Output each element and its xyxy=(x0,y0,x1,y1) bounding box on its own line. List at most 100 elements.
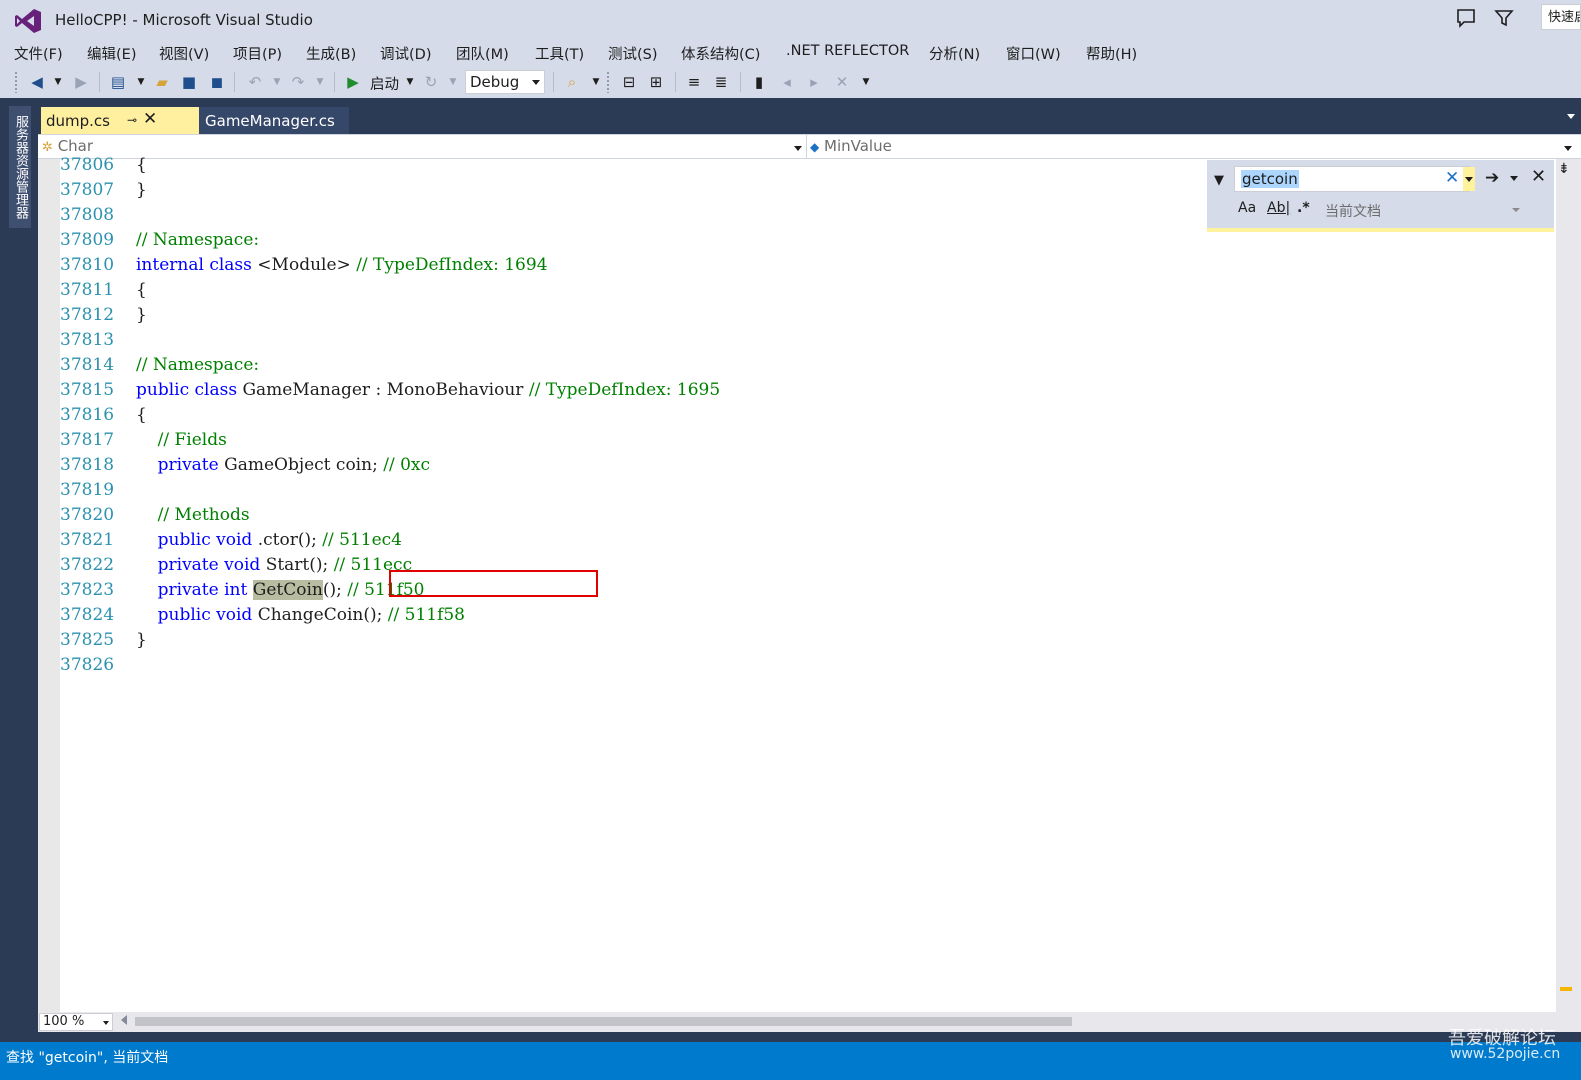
tab-gamemanager-cs[interactable]: GameManager.cs xyxy=(199,107,349,135)
clear-bookmarks-icon[interactable]: ✕ xyxy=(831,71,853,93)
restart-dropdown-icon[interactable]: ▼ xyxy=(442,71,464,93)
menu-net-reflector[interactable]: .NET REFLECTOR xyxy=(786,43,909,59)
code-text: // Methods xyxy=(136,505,250,525)
chevron-down-icon xyxy=(1564,146,1572,151)
line-number: 37824 xyxy=(60,605,115,625)
keyword-token: private xyxy=(157,455,219,475)
previous-bookmark-icon[interactable]: ◂ xyxy=(776,71,798,93)
match-whole-word-toggle[interactable]: Ab| xyxy=(1267,200,1290,216)
start-icon[interactable]: ▶ xyxy=(342,71,364,93)
watermark-url: www.52pojie.cn xyxy=(1450,1046,1561,1062)
search-history-dropdown[interactable] xyxy=(1463,167,1475,191)
status-message: 查找 "getcoin", 当前文档 xyxy=(6,1050,169,1066)
restart-icon[interactable]: ↻ xyxy=(420,71,442,93)
line-number: 37819 xyxy=(60,480,115,500)
bookmark-icon[interactable]: ▮ xyxy=(748,71,770,93)
title-bar: HelloCPP! - Microsoft Visual Studio 快速启动 xyxy=(0,0,1581,40)
keyword-token: class xyxy=(194,380,238,400)
code-editor[interactable]: 37806 { 37807} 37808 37809 // Namespace: 3… xyxy=(38,155,1556,1012)
regex-toggle[interactable]: .* xyxy=(1297,200,1310,216)
toggle-breakpoint-icon[interactable]: ⊟ xyxy=(618,71,640,93)
close-icon[interactable]: ✕ xyxy=(143,109,157,129)
vertical-scrollbar[interactable]: ⇟ xyxy=(1556,159,1581,1012)
open-file-icon[interactable]: ▰ xyxy=(151,71,173,93)
split-window-icon[interactable]: ⇟ xyxy=(1558,161,1570,177)
code-text: private GameObject coin; // 0xc xyxy=(136,453,430,478)
search-match-highlight: GetCoin xyxy=(252,580,323,600)
toolbar-overflow-icon[interactable]: ▼ xyxy=(855,71,877,93)
keyword-token: int xyxy=(224,580,248,600)
menu-window[interactable]: 窗口(W) xyxy=(1006,43,1061,64)
toolbar-overflow-icon[interactable]: ▼ xyxy=(585,71,607,93)
quick-find-panel: ▼ getcoin ✕ ➔ ✕ Aa Ab| .* 当前文档 xyxy=(1207,160,1554,232)
close-icon[interactable]: ✕ xyxy=(1531,166,1546,187)
navigate-back-icon[interactable]: ◀ xyxy=(26,71,48,93)
tab-overflow-icon[interactable] xyxy=(1567,114,1575,119)
toolbar-grip[interactable] xyxy=(606,71,610,93)
new-project-icon[interactable]: ▤ xyxy=(107,71,129,93)
zoom-select[interactable]: 100 % xyxy=(39,1013,113,1031)
new-dropdown-icon[interactable]: ▼ xyxy=(130,71,152,93)
find-search-input[interactable]: getcoin ✕ xyxy=(1234,166,1475,192)
menu-test[interactable]: 测试(S) xyxy=(608,43,658,64)
menu-project[interactable]: 项目(P) xyxy=(233,43,282,64)
undo-icon[interactable]: ↶ xyxy=(244,71,266,93)
menu-debug[interactable]: 调试(D) xyxy=(380,43,431,64)
show-members-icon[interactable]: ⊞ xyxy=(645,71,667,93)
code-line: 37812} xyxy=(38,303,1438,328)
toggle-replace-icon[interactable]: ▼ xyxy=(1214,173,1224,188)
navigate-forward-icon[interactable]: ▶ xyxy=(70,71,92,93)
keyword-token: private xyxy=(157,555,219,575)
redo-icon[interactable]: ↷ xyxy=(287,71,309,93)
save-all-icon[interactable]: ◼ xyxy=(206,71,228,93)
comment-lines-icon[interactable]: ≡ xyxy=(683,71,705,93)
find-in-files-icon[interactable]: ⌕ xyxy=(561,71,583,93)
line-number: 37825 xyxy=(60,630,115,650)
horizontal-scrollbar-thumb[interactable] xyxy=(135,1017,1072,1026)
menu-analyze[interactable]: 分析(N) xyxy=(929,43,980,64)
pin-icon[interactable]: ⊸ xyxy=(127,113,137,127)
code-line: 37815 public class GameManager : MonoBeha… xyxy=(38,378,1438,403)
start-dropdown-icon[interactable]: ▼ xyxy=(399,71,421,93)
code-line: 37819 xyxy=(38,478,1438,503)
code-text: } xyxy=(136,630,147,650)
redo-dropdown-icon[interactable]: ▼ xyxy=(309,71,331,93)
code-line: 37818 private GameObject coin; // 0xc xyxy=(38,453,1438,478)
next-bookmark-icon[interactable]: ▸ xyxy=(803,71,825,93)
code-line: 37816 { xyxy=(38,403,1438,428)
find-next-dropdown-icon[interactable] xyxy=(1510,176,1518,181)
match-case-toggle[interactable]: Aa xyxy=(1238,200,1256,216)
feedback-icon[interactable] xyxy=(1454,6,1478,30)
filter-icon[interactable] xyxy=(1492,6,1516,30)
menu-view[interactable]: 视图(V) xyxy=(159,43,209,64)
code-line: 37826 xyxy=(38,653,1438,678)
save-icon[interactable]: ■ xyxy=(178,71,200,93)
menu-build[interactable]: 生成(B) xyxy=(306,43,356,64)
undo-dropdown-icon[interactable]: ▼ xyxy=(266,71,288,93)
uncomment-lines-icon[interactable]: ≣ xyxy=(710,71,732,93)
zoom-value: 100 % xyxy=(43,1014,85,1029)
scroll-left-icon[interactable] xyxy=(121,1015,127,1025)
menu-help[interactable]: 帮助(H) xyxy=(1086,43,1137,64)
find-next-icon[interactable]: ➔ xyxy=(1485,168,1499,188)
menu-file[interactable]: 文件(F) xyxy=(14,43,63,64)
quick-launch-input[interactable]: 快速启动 xyxy=(1541,4,1581,30)
back-dropdown-icon[interactable]: ▼ xyxy=(47,71,69,93)
line-number: 37814 xyxy=(60,355,115,375)
code-token: ) xyxy=(369,605,377,625)
document-tab-bar: dump.cs ⊸ ✕ GameManager.cs xyxy=(38,104,1581,135)
solution-configuration-select[interactable]: Debug xyxy=(465,70,545,94)
code-line: 37820 // Methods xyxy=(38,503,1438,528)
line-number: 37816 xyxy=(60,405,115,425)
menu-architecture[interactable]: 体系结构(C) xyxy=(681,43,760,64)
clear-search-icon[interactable]: ✕ xyxy=(1445,168,1459,188)
search-scope-select[interactable]: 当前文档 xyxy=(1325,201,1381,221)
toolbar-grip[interactable] xyxy=(14,71,18,93)
server-explorer-tab[interactable]: 服务器资源管理器 xyxy=(9,106,31,228)
tab-dump-cs[interactable]: dump.cs ⊸ ✕ xyxy=(41,107,199,135)
menu-team[interactable]: 团队(M) xyxy=(456,43,509,64)
toolbar-separator xyxy=(675,72,676,92)
start-button[interactable]: 启动 xyxy=(370,73,399,94)
menu-tools[interactable]: 工具(T) xyxy=(535,43,584,64)
menu-edit[interactable]: 编辑(E) xyxy=(87,43,136,64)
